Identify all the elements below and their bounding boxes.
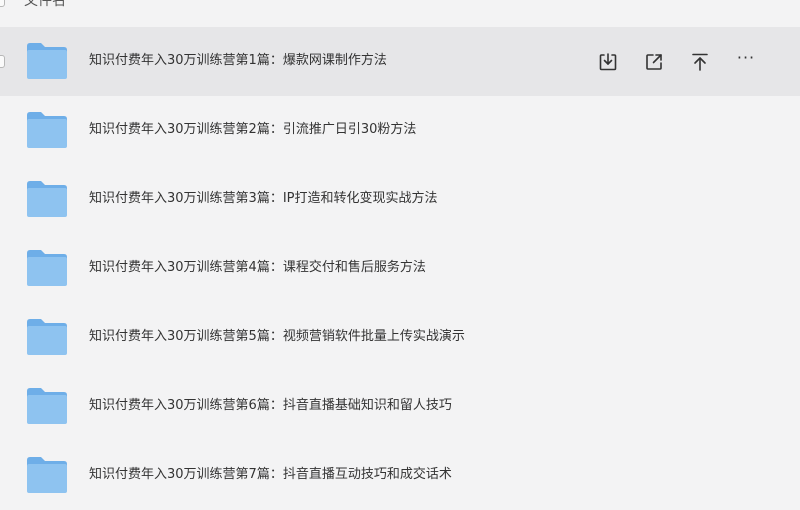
share-button[interactable] xyxy=(636,47,672,77)
row-checkbox[interactable] xyxy=(0,55,5,68)
file-name[interactable]: 知识付费年入30万训练营第1篇：爆款网课制作方法 xyxy=(89,51,387,71)
more-icon: ··· xyxy=(736,48,756,67)
file-name[interactable]: 知识付费年入30万训练营第6篇：抖音直播基础知识和留人技巧 xyxy=(89,396,452,416)
folder-icon xyxy=(26,180,68,218)
file-row[interactable]: 知识付费年入30万训练营第2篇：引流推广日引30粉方法 xyxy=(0,96,800,165)
column-header-filename[interactable]: 文件名 xyxy=(24,0,66,10)
select-all-checkbox[interactable] xyxy=(0,0,5,7)
file-name[interactable]: 知识付费年入30万训练营第7篇：抖音直播互动技巧和成交话术 xyxy=(89,465,452,485)
folder-icon xyxy=(26,42,68,80)
pin-to-top-button[interactable] xyxy=(682,47,718,77)
share-icon xyxy=(646,54,662,70)
file-row[interactable]: 知识付费年入30万训练营第6篇：抖音直播基础知识和留人技巧 xyxy=(0,372,800,441)
folder-icon xyxy=(26,318,68,356)
folder-icon xyxy=(26,387,68,425)
more-button[interactable]: ··· xyxy=(728,47,764,77)
folder-icon xyxy=(26,249,68,287)
file-name[interactable]: 知识付费年入30万训练营第4篇：课程交付和售后服务方法 xyxy=(89,258,426,278)
file-name[interactable]: 知识付费年入30万训练营第5篇：视频营销软件批量上传实战演示 xyxy=(89,327,465,347)
file-row[interactable]: 知识付费年入30万训练营第3篇：IP打造和转化变现实战方法 xyxy=(0,165,800,234)
file-row[interactable]: 知识付费年入30万训练营第7篇：抖音直播互动技巧和成交话术 xyxy=(0,441,800,510)
file-name[interactable]: 知识付费年入30万训练营第2篇：引流推广日引30粉方法 xyxy=(89,120,416,140)
file-row[interactable]: 知识付费年入30万训练营第4篇：课程交付和售后服务方法 xyxy=(0,234,800,303)
row-actions: ··· xyxy=(590,47,774,77)
file-list-header: 文件名 xyxy=(0,0,800,16)
download-icon xyxy=(599,53,617,71)
folder-icon xyxy=(26,456,68,494)
file-list: 知识付费年入30万训练营第1篇：爆款网课制作方法 ··· 知识付费年入30万训练… xyxy=(0,27,800,510)
download-button[interactable] xyxy=(590,47,626,77)
pin-to-top-icon xyxy=(692,53,708,71)
folder-icon xyxy=(26,111,68,149)
file-name[interactable]: 知识付费年入30万训练营第3篇：IP打造和转化变现实战方法 xyxy=(89,189,438,209)
file-row[interactable]: 知识付费年入30万训练营第1篇：爆款网课制作方法 ··· xyxy=(0,27,800,96)
file-row[interactable]: 知识付费年入30万训练营第5篇：视频营销软件批量上传实战演示 xyxy=(0,303,800,372)
